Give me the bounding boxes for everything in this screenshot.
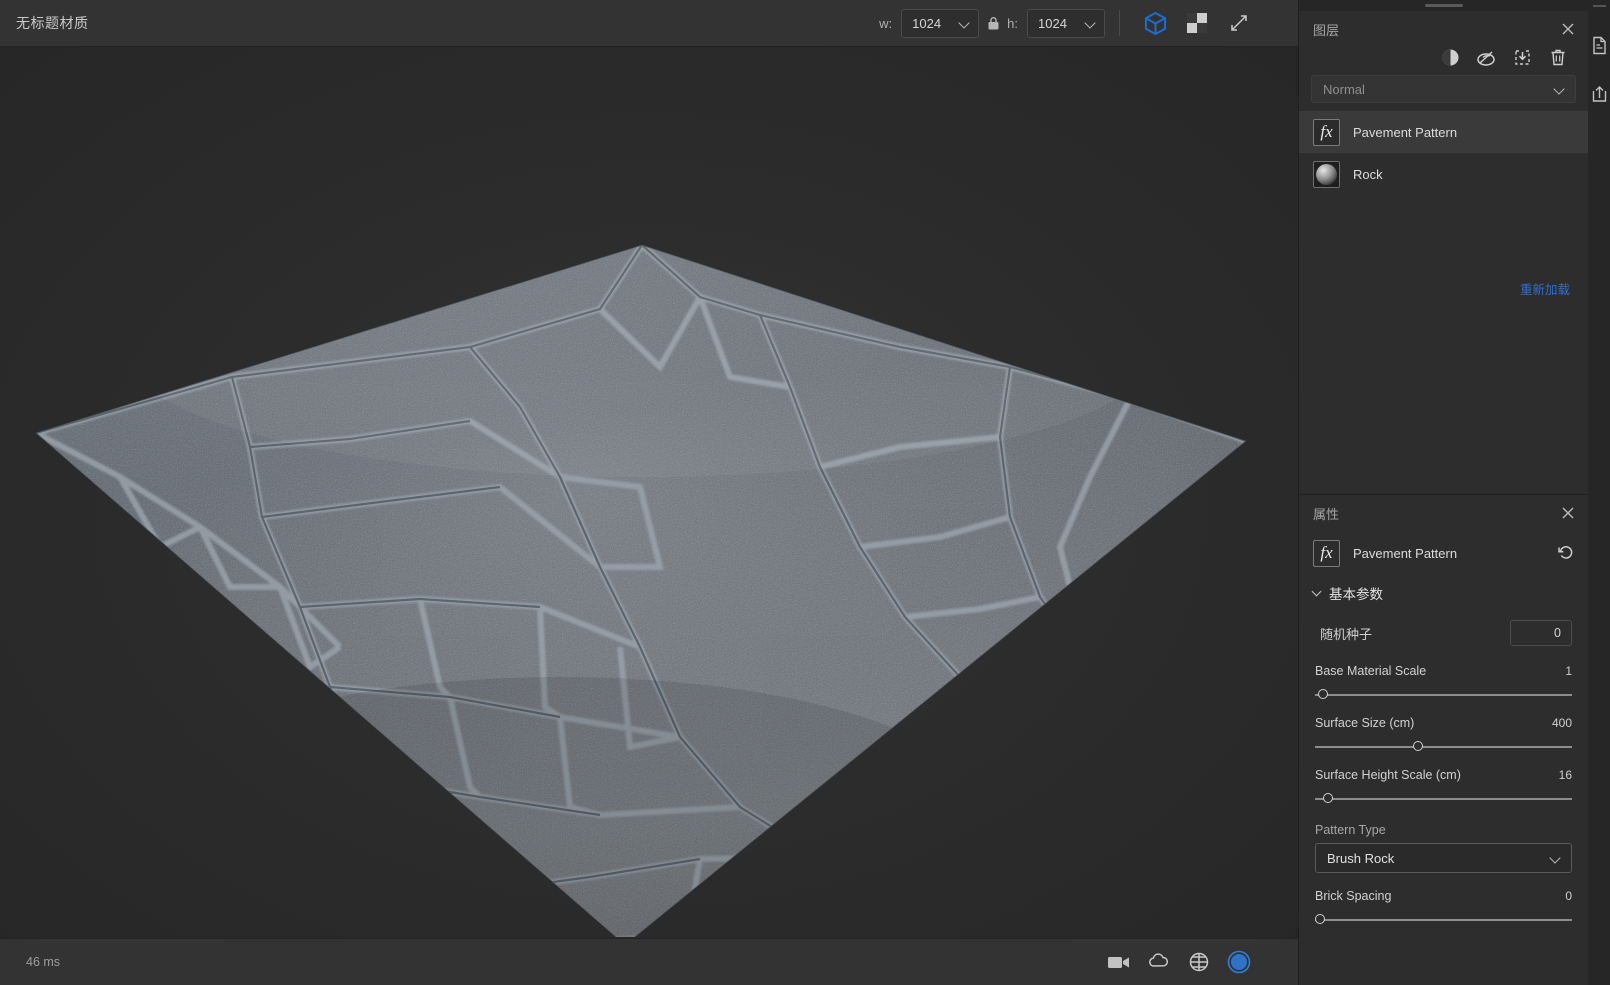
- slider-track: [1315, 694, 1572, 696]
- properties-panel-header: 属性: [1299, 495, 1588, 531]
- slider-surface-size[interactable]: [1315, 739, 1572, 755]
- layers-panel: 图层 Normal fx Pavement Pattern Rock 重新加载: [1299, 0, 1588, 494]
- properties-node-name: Pavement Pattern: [1353, 545, 1458, 561]
- layer-name: Rock: [1353, 166, 1383, 182]
- main-area: 无标题材质 w: 1024 h: 1024 46 ms: [0, 0, 1298, 985]
- stone-plane-render: [0, 47, 1298, 937]
- chevron-down-icon: [1551, 853, 1562, 864]
- slider-knob[interactable]: [1412, 741, 1423, 751]
- share-upload-icon[interactable]: [1590, 85, 1608, 103]
- render-time: 46 ms: [26, 955, 61, 969]
- rail-grip: [1588, 0, 1610, 12]
- section-title: 基本参数: [1329, 587, 1383, 602]
- document-title: 无标题材质: [16, 15, 89, 31]
- mask-icon[interactable]: [1476, 47, 1496, 67]
- param-brick-spacing: Brick Spacing 0: [1299, 873, 1588, 932]
- panel-drag-handle[interactable]: [1299, 0, 1588, 11]
- param-surface-height-scale: Surface Height Scale (cm) 16: [1299, 759, 1588, 811]
- chevron-down-icon: [1555, 84, 1566, 95]
- environment-icon[interactable]: [1146, 949, 1172, 975]
- contrast-icon[interactable]: [1440, 47, 1460, 67]
- height-label: h:: [1007, 15, 1018, 31]
- status-bar: 46 ms: [0, 938, 1298, 985]
- trash-icon[interactable]: [1548, 47, 1568, 67]
- pattern-type-value: Brush Rock: [1327, 850, 1395, 866]
- slider-knob[interactable]: [1322, 793, 1333, 803]
- layer-name: Pavement Pattern: [1353, 124, 1458, 140]
- close-icon[interactable]: [1561, 506, 1575, 520]
- slider-base-material-scale[interactable]: [1315, 687, 1572, 703]
- export-document-icon[interactable]: [1590, 36, 1608, 54]
- param-label: Surface Height Scale (cm): [1315, 768, 1461, 782]
- param-value: 0: [1565, 889, 1572, 903]
- layers-toolbar: [1299, 47, 1588, 75]
- slider-knob[interactable]: [1317, 689, 1328, 699]
- checker-2d-icon[interactable]: [1182, 8, 1212, 38]
- 3d-viewport[interactable]: [0, 47, 1298, 938]
- blend-mode-select[interactable]: Normal: [1311, 75, 1576, 103]
- list-item[interactable]: fx Pavement Pattern: [1299, 111, 1588, 153]
- param-label: Brick Spacing: [1315, 889, 1392, 903]
- slider-knob[interactable]: [1315, 914, 1325, 924]
- toolbar-controls: w: 1024 h: 1024: [879, 8, 1298, 38]
- toolbar-divider: [1119, 10, 1120, 36]
- width-value: 1024: [912, 15, 942, 31]
- blend-mode-row: Normal: [1299, 75, 1588, 111]
- list-item[interactable]: Rock: [1299, 153, 1588, 195]
- fx-icon: fx: [1313, 539, 1340, 567]
- sphere-thumbnail-icon: [1313, 160, 1340, 188]
- param-base-material-scale: Base Material Scale 1: [1299, 655, 1588, 707]
- application-window: 无标题材质 w: 1024 h: 1024 46 ms 图层 Normal fx…: [0, 0, 1610, 985]
- slider-track: [1315, 746, 1572, 748]
- lock-icon[interactable]: [979, 16, 1007, 31]
- param-value: 1: [1565, 664, 1572, 678]
- param-surface-size: Surface Size (cm) 400: [1299, 707, 1588, 759]
- slider-surface-height-scale[interactable]: [1315, 791, 1572, 807]
- revert-icon[interactable]: [1558, 545, 1574, 561]
- camera-icon[interactable]: [1106, 949, 1132, 975]
- properties-panel: 属性 fx Pavement Pattern 基本参数 随机种子 0 Base …: [1299, 494, 1588, 985]
- top-toolbar: 无标题材质 w: 1024 h: 1024: [0, 0, 1298, 47]
- viewport-tool-icons: [1106, 949, 1298, 975]
- far-right-rail: [1588, 0, 1610, 985]
- grid-globe-icon[interactable]: [1186, 949, 1212, 975]
- param-label: 随机种子: [1320, 626, 1373, 642]
- param-label: Surface Size (cm): [1315, 716, 1415, 730]
- layers-panel-header: 图层: [1299, 11, 1588, 47]
- height-select[interactable]: 1024: [1027, 8, 1105, 38]
- lighting-icon[interactable]: [1226, 949, 1252, 975]
- random-seed-input[interactable]: 0: [1510, 620, 1572, 646]
- chevron-down-icon: [1313, 589, 1322, 598]
- close-icon[interactable]: [1561, 22, 1575, 36]
- chevron-down-icon: [960, 18, 971, 29]
- pattern-type-select[interactable]: Brush Rock: [1315, 843, 1572, 873]
- blend-mode-value: Normal: [1323, 81, 1365, 97]
- param-value: 16: [1558, 768, 1572, 782]
- fx-icon: fx: [1313, 118, 1340, 146]
- slider-track: [1315, 919, 1572, 921]
- layers-panel-title: 图层: [1313, 22, 1340, 38]
- param-value: 400: [1551, 716, 1572, 730]
- slider-brick-spacing[interactable]: [1315, 912, 1572, 928]
- reload-link[interactable]: 重新加载: [1520, 279, 1570, 298]
- right-panel-column: 图层 Normal fx Pavement Pattern Rock 重新加载 …: [1298, 0, 1588, 985]
- properties-panel-title: 属性: [1313, 506, 1340, 522]
- import-icon[interactable]: [1512, 47, 1532, 67]
- 3d-cube-icon[interactable]: [1140, 8, 1170, 38]
- width-select[interactable]: 1024: [901, 8, 980, 38]
- param-random-seed: 随机种子 0: [1299, 609, 1588, 655]
- expand-arrows-icon[interactable]: [1224, 8, 1254, 38]
- pattern-type-label: Pattern Type: [1315, 823, 1386, 837]
- width-label: w:: [879, 15, 893, 31]
- basic-parameters-section-header[interactable]: 基本参数: [1299, 575, 1588, 609]
- param-label: Base Material Scale: [1315, 664, 1427, 678]
- height-value: 1024: [1038, 15, 1067, 31]
- chevron-down-icon: [1086, 18, 1097, 29]
- properties-node-header: fx Pavement Pattern: [1299, 531, 1588, 575]
- layer-list: fx Pavement Pattern Rock 重新加载: [1299, 111, 1588, 494]
- slider-track: [1315, 798, 1572, 800]
